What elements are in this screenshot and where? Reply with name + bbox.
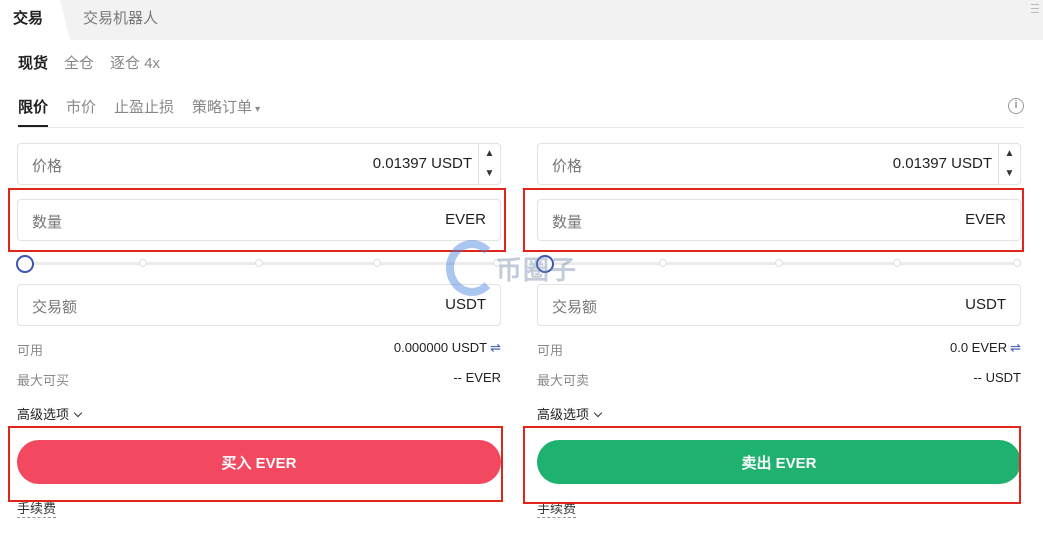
sell-available-row: 可用 0.0 EVER ⇌ [537,340,1021,359]
slider-stop-25[interactable] [139,259,147,267]
buy-amount-label: 交易额 [32,299,78,316]
buy-amount-field[interactable]: 交易额 USDT [17,284,501,326]
highlight-sell-quantity [523,188,1024,252]
sell-percent-slider[interactable] [536,255,1021,273]
sell-max-value: -- USDT [973,370,1021,385]
chevron-down-icon [593,408,603,418]
sell-price-value: 0.01397 USDT [892,155,992,172]
slider-stop-25[interactable] [659,259,667,267]
transfer-icon[interactable]: ⇌ [490,340,501,355]
buy-advanced-label: 高级选项 [17,407,70,422]
sell-amount-field[interactable]: 交易额 USDT [537,284,1021,326]
buy-price-field[interactable]: 价格 0.01397 USDT ▲ ▼ [17,143,501,185]
sell-amount-unit: USDT [965,296,1006,313]
slider-track [25,262,501,265]
chevron-down-icon [73,408,83,418]
menu-icon[interactable] [1031,4,1039,16]
buy-price-value: 0.01397 USDT [372,155,472,172]
slider-stop-100[interactable] [493,259,501,267]
sell-amount-label: 交易额 [552,299,598,316]
slider-handle[interactable] [536,255,554,273]
buy-price-stepper: ▲ ▼ [478,144,500,184]
highlight-sell-button [523,426,1021,504]
slider-stop-75[interactable] [893,259,901,267]
stepper-up-icon[interactable]: ▲ [999,144,1020,164]
slider-handle[interactable] [16,255,34,273]
buy-available-row: 可用 0.000000 USDT ⇌ [17,340,501,359]
buy-max-label: 最大可买 [17,373,70,388]
sell-max-row: 最大可卖 -- USDT [537,370,1021,389]
sell-price-field[interactable]: 价格 0.01397 USDT ▲ ▼ [537,143,1021,185]
buy-available-label: 可用 [17,343,44,358]
highlight-buy-button [8,426,503,502]
sell-available-label: 可用 [537,343,564,358]
buy-price-label: 价格 [32,158,63,175]
sell-available-value: 0.0 EVER [950,340,1008,355]
slider-track [545,262,1021,265]
slider-stop-50[interactable] [255,259,263,267]
sell-advanced-options[interactable]: 高级选项 [537,404,603,423]
transfer-icon[interactable]: ⇌ [1010,340,1021,355]
highlight-buy-quantity [8,188,506,252]
stepper-down-icon[interactable]: ▼ [999,164,1020,184]
buy-advanced-options[interactable]: 高级选项 [17,404,83,423]
slider-stop-75[interactable] [373,259,381,267]
buy-available-value: 0.000000 USDT [393,340,488,355]
stepper-down-icon[interactable]: ▼ [479,164,500,184]
buy-max-row: 最大可买 -- EVER [17,370,501,389]
slider-stop-50[interactable] [775,259,783,267]
sell-advanced-label: 高级选项 [537,407,590,422]
stepper-up-icon[interactable]: ▲ [479,144,500,164]
slider-stop-100[interactable] [1013,259,1021,267]
sell-price-label: 价格 [552,158,583,175]
sell-max-label: 最大可卖 [537,373,590,388]
buy-percent-slider[interactable] [16,255,501,273]
buy-amount-unit: USDT [445,296,486,313]
sell-price-stepper: ▲ ▼ [998,144,1020,184]
buy-max-value: -- EVER [453,370,501,385]
